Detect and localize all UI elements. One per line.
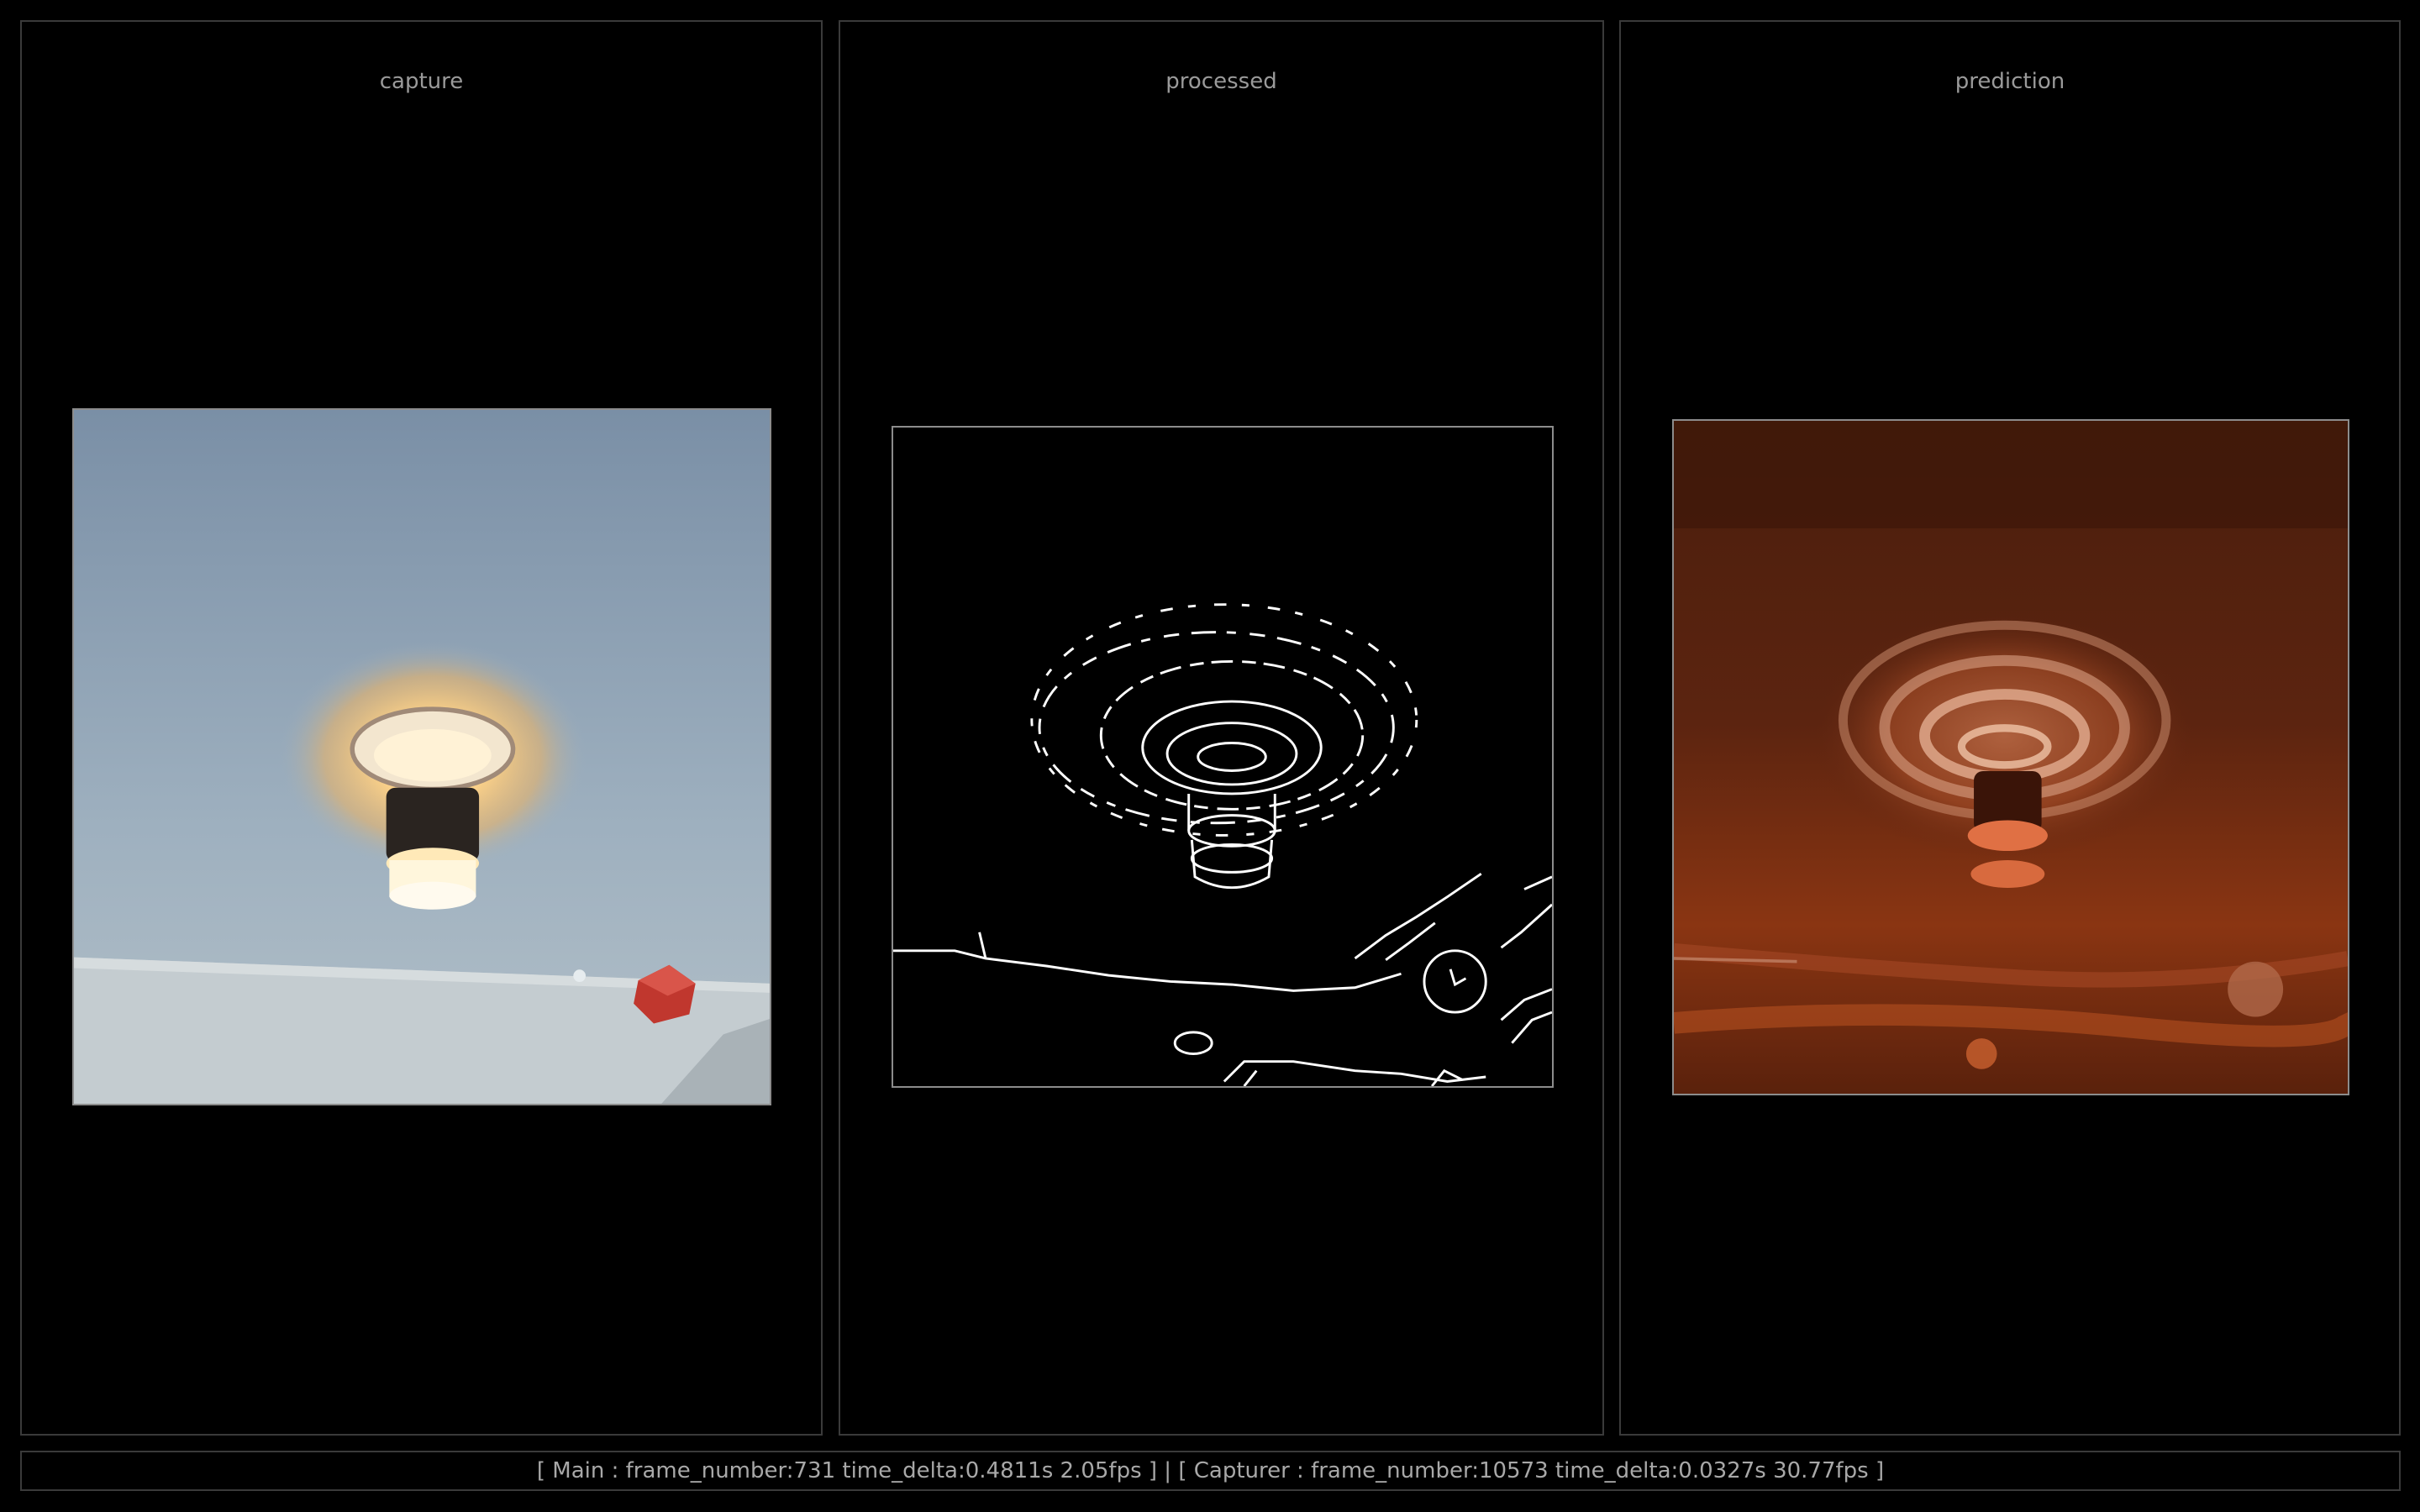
capture-image (72, 408, 771, 1105)
prediction-image (1672, 419, 2349, 1095)
capture-panel: capture (20, 20, 823, 1436)
processed-panel-title: processed (1165, 69, 1277, 94)
prediction-panel: prediction (1619, 20, 2401, 1436)
edge-detection-image (893, 603, 1552, 1086)
prediction-panel-title: prediction (1954, 69, 2065, 94)
prediction-output-image (1674, 421, 2348, 1094)
status-bar: [ Main : frame_number:731 time_delta:0.4… (20, 1451, 2401, 1491)
capture-panel-title: capture (379, 69, 464, 94)
processed-panel: processed (839, 20, 1604, 1436)
status-bar-text: [ Main : frame_number:731 time_delta:0.4… (536, 1458, 1885, 1483)
processed-image (892, 426, 1554, 1088)
ceiling-lamp-photo (74, 410, 770, 1104)
